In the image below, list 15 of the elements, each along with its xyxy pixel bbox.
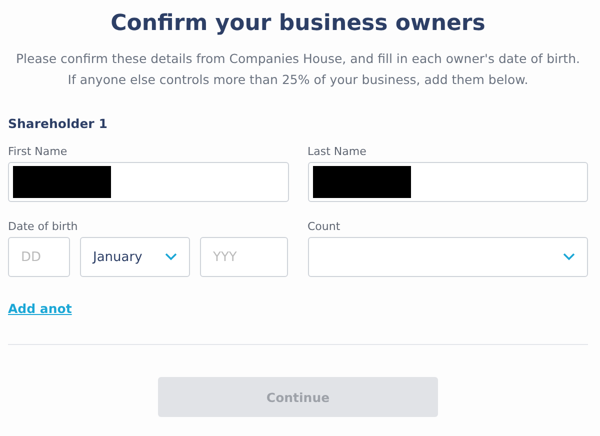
field-label: Count <box>308 220 342 233</box>
chevron-down-icon <box>165 253 177 261</box>
field-label: Date of birth <box>8 220 79 233</box>
field-label: Last Name <box>308 145 368 158</box>
input-field[interactable] <box>308 162 588 202</box>
input-field[interactable] <box>8 162 288 202</box>
dropdown[interactable]: January <box>80 237 190 277</box>
input-field[interactable]: DD <box>8 237 70 277</box>
intro-text: Please confirm these details from Companies House, and fill in each owner's date of birth. If anyone else controls more than 25% of your business, add them below. <box>15 50 581 89</box>
page-title: Confirm your business owners <box>110 10 486 38</box>
chevron-down-icon <box>563 253 575 261</box>
section-heading: Shareholder 1 <box>8 116 108 131</box>
field-label: First Name <box>8 145 68 158</box>
add-link[interactable]: Add anot <box>8 301 72 316</box>
input-field[interactable]: YYY <box>200 237 288 277</box>
